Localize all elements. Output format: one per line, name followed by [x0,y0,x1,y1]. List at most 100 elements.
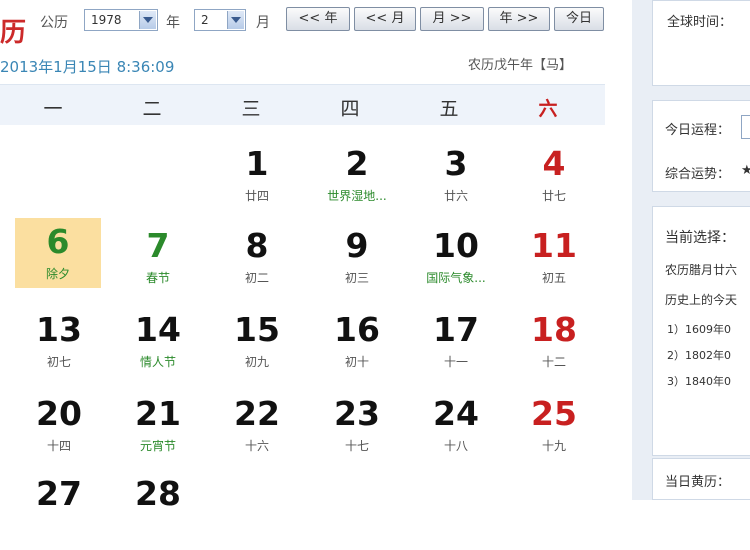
calendar-type-label: 公历 [40,15,68,31]
day-number: 21 [135,394,181,433]
prev-month-button[interactable]: << 月 [354,7,416,31]
day-cell[interactable]: 14 情人节 [113,306,203,386]
calendar-panel: 历 公历 1978 年 2 月 << 年 << 月 月 >> 年 >> 今日 2… [0,0,630,513]
almanac-label: 当日黄历： [665,475,731,490]
day-cell-selected[interactable]: 6 除夕 [15,218,101,288]
day-cell[interactable]: 7 春节 [113,222,203,302]
lunar-date: 十八 [443,439,468,453]
history-item[interactable]: 1）1609年0 [667,321,731,337]
day-number: 16 [334,310,380,349]
day-number: 25 [531,394,577,433]
festival-label: 国际气象... [426,271,486,285]
day-cell[interactable]: 8 初二 [212,222,302,302]
day-number: 2 [345,144,369,183]
day-number: 27 [36,474,82,513]
lunar-date: 除夕 [45,267,70,281]
day-number: 24 [433,394,479,433]
world-time-box: 全球时间： [652,0,750,86]
weekday-thu: 四 [340,98,360,120]
chevron-down-icon[interactable] [227,11,244,29]
weekday-sat: 六 [538,98,558,120]
day-cell[interactable]: 21 元宵节 [113,390,203,470]
lunar-date: 十七 [344,439,369,453]
almanac-box: 当日黄历： [652,458,750,500]
festival-label: 元宵节 [139,439,176,453]
calendar-app: 历 公历 1978 年 2 月 << 年 << 月 月 >> 年 >> 今日 2… [0,0,750,513]
lunar-date: 廿四 [244,189,269,203]
next-month-button[interactable]: 月 >> [420,7,484,31]
day-number: 28 [135,474,181,513]
lunar-date: 廿六 [443,189,468,203]
day-cell[interactable]: 15 初九 [212,306,302,386]
day-number: 23 [334,394,380,433]
calendar-toolbar: 历 公历 1978 年 2 月 << 年 << 月 月 >> 年 >> 今日 [0,0,630,48]
day-cell[interactable]: 11 初五 [509,222,599,302]
day-cell[interactable]: 18 十二 [509,306,599,386]
lunar-date: 初七 [46,355,71,369]
lunar-date: 初三 [344,271,369,285]
selection-box: 当前选择： 农历腊月廿六 历史上的今天 1）1609年0 2）1802年0 3）… [652,206,750,456]
lunar-date: 十九 [541,439,566,453]
lunar-date: 十四 [46,439,71,453]
year-label: 年 [166,15,180,31]
day-cell[interactable]: 25 十九 [509,390,599,470]
chevron-down-icon[interactable] [139,11,156,29]
day-cell[interactable]: 24 十八 [411,390,501,470]
lunar-date: 初五 [541,271,566,285]
month-select[interactable]: 2 [194,9,246,31]
day-cell[interactable]: 23 十七 [312,390,402,470]
current-time: 2013年1月15日 8:36:09 [0,58,175,76]
festival-label: 春节 [145,271,170,285]
day-number: 18 [531,310,577,349]
day-cell[interactable]: 17 十一 [411,306,501,386]
history-item[interactable]: 3）1840年0 [667,373,731,389]
day-number: 13 [36,310,82,349]
day-number: 8 [245,226,269,265]
weekday-header: 一 二 三 四 五 六 [0,84,605,125]
day-number: 1 [245,144,269,183]
day-cell[interactable]: 20 十四 [14,390,104,470]
year-select[interactable]: 1978 [84,9,158,31]
festival-label: 世界湿地... [327,189,387,203]
calendar-brand-char: 历 [0,18,27,48]
day-number: 4 [542,144,566,183]
day-number: 9 [345,226,369,265]
day-cell[interactable]: 9 初三 [312,222,402,302]
day-cell[interactable]: 2 世界湿地... [312,140,402,220]
year-select-value: 1978 [91,13,122,27]
weekday-fri: 五 [439,98,459,120]
festival-label: 情人节 [139,355,176,369]
lunar-date: 十二 [541,355,566,369]
day-cell[interactable]: 4 廿七 [509,140,599,220]
lunar-date: 初九 [244,355,269,369]
day-cell[interactable]: 22 十六 [212,390,302,470]
day-number: 7 [146,226,170,265]
day-cell[interactable]: 3 廿六 [411,140,501,220]
day-cell[interactable]: 1 廿四 [212,140,302,220]
day-cell[interactable]: 13 初七 [14,306,104,386]
history-item[interactable]: 2）1802年0 [667,347,731,363]
lunar-year: 农历戊午年【马】 [468,58,573,73]
selection-label: 当前选择： [665,230,735,246]
day-number: 20 [36,394,82,433]
today-button[interactable]: 今日 [554,7,604,31]
day-number: 22 [234,394,280,433]
prev-year-button[interactable]: << 年 [286,7,350,31]
day-cell[interactable]: 28 [113,470,203,550]
weekday-wed: 三 [241,98,261,120]
lunar-date: 初十 [344,355,369,369]
day-cell[interactable]: 16 初十 [312,306,402,386]
history-label: 历史上的今天 [665,293,738,307]
day-number: 11 [531,226,577,265]
day-cell[interactable]: 27 [14,470,104,550]
day-number: 3 [444,144,468,183]
lunar-date: 廿七 [541,189,566,203]
fortune-select[interactable] [741,115,750,139]
next-year-button[interactable]: 年 >> [488,7,550,31]
month-select-value: 2 [201,13,209,27]
weekday-tue: 二 [142,98,162,120]
day-cell[interactable]: 10 国际气象... [411,222,501,302]
day-number: 15 [234,310,280,349]
month-label: 月 [256,15,270,31]
weekday-mon: 一 [43,98,63,120]
